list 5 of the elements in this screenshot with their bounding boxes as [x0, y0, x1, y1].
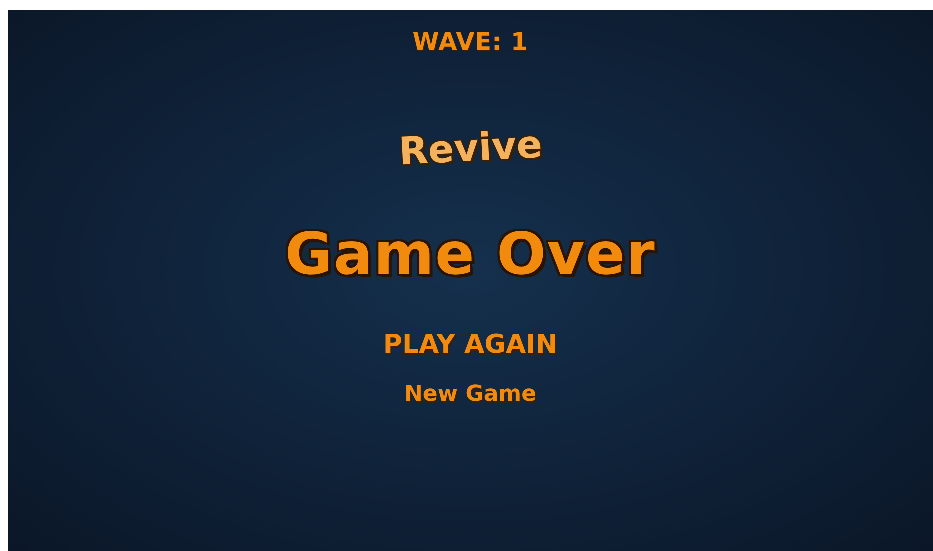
revive-button[interactable]: Revive	[398, 122, 544, 174]
wave-counter: WAVE: 1	[412, 28, 528, 56]
new-game-button[interactable]: New Game	[404, 382, 537, 407]
game-over-title: Game Over	[285, 220, 656, 288]
play-again-button[interactable]: PLAY AGAIN	[383, 330, 558, 360]
